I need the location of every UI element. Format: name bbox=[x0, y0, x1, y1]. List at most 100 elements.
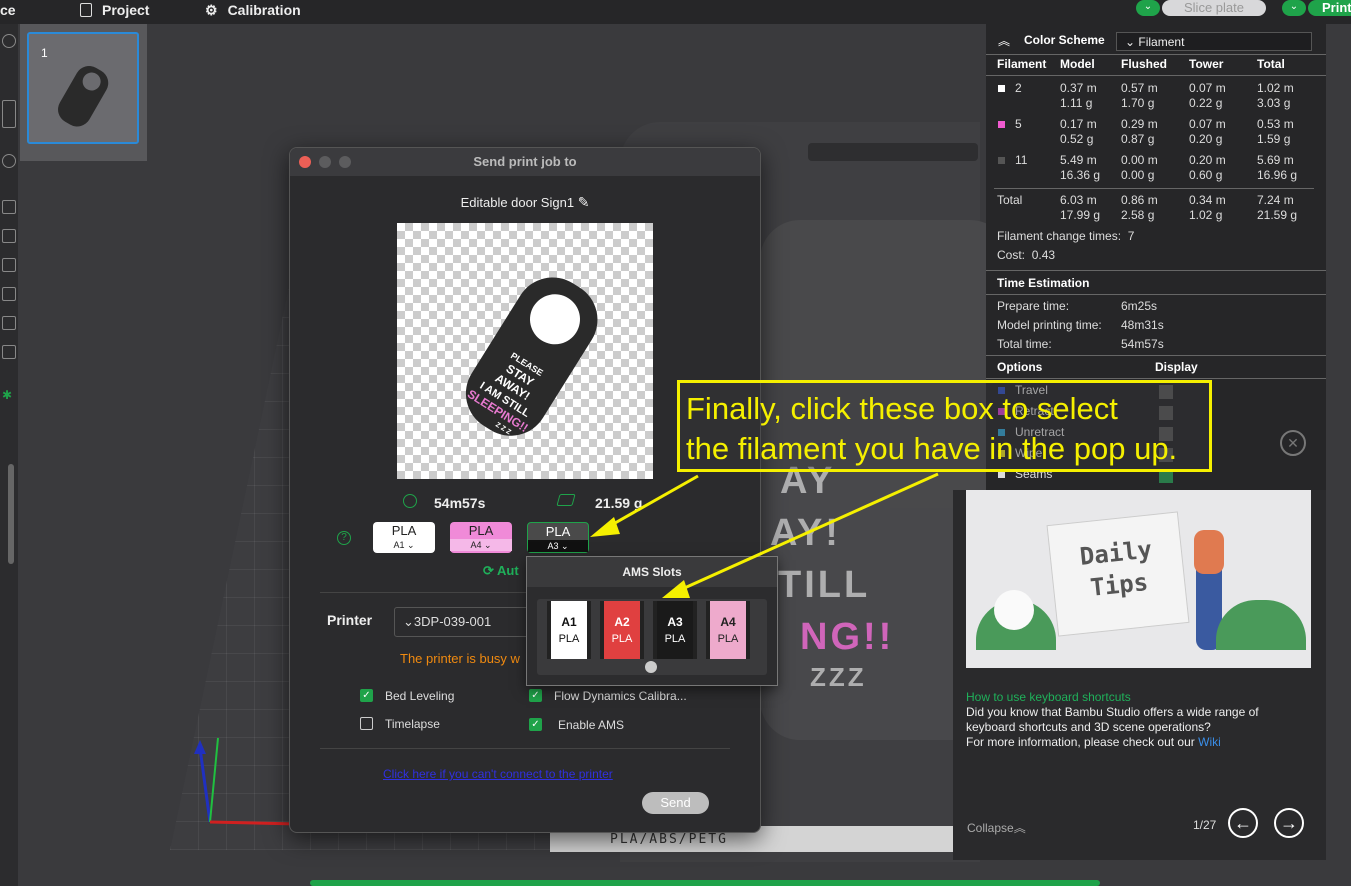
total-time-label: Total time: bbox=[997, 337, 1052, 351]
filament-weight: 21.59 g bbox=[595, 495, 643, 511]
collapse-icon[interactable]: ︽ bbox=[998, 32, 1010, 49]
pencil-icon[interactable]: ✎ bbox=[578, 194, 590, 210]
ams-slot-id: A4 bbox=[720, 615, 736, 629]
tree-icon[interactable]: ✱ bbox=[2, 388, 14, 402]
auto-refill[interactable]: ⟳ Aut bbox=[483, 563, 519, 579]
tips-card-line-1: Daily bbox=[1078, 535, 1154, 571]
model-printing-time: 48m31s bbox=[1121, 318, 1164, 332]
divider bbox=[986, 355, 1326, 356]
print-dropdown-button[interactable]: ⌄ bbox=[1282, 0, 1306, 16]
ams-slot-a1[interactable]: A1 PLA bbox=[547, 601, 591, 659]
plate-thumbnail[interactable]: 1 bbox=[27, 32, 139, 144]
flow-dynamics-label: Flow Dynamics Calibra... bbox=[554, 689, 687, 703]
edit-icon[interactable] bbox=[2, 200, 16, 214]
model-text-2: AY! bbox=[770, 512, 841, 554]
connect-help-link[interactable]: Click here if you can't connect to the p… bbox=[383, 767, 613, 781]
close-icon: ✕ bbox=[1287, 435, 1299, 451]
calibration-icon: ⚙ bbox=[205, 1, 218, 18]
edit-icon[interactable] bbox=[2, 345, 16, 359]
close-tips-button[interactable]: ✕ bbox=[1280, 430, 1306, 456]
edit-icon[interactable] bbox=[2, 287, 16, 301]
callout-line-2: the filament you have in the pop up. bbox=[686, 431, 1178, 466]
option-swatch bbox=[998, 471, 1005, 478]
progress-bar bbox=[310, 880, 1100, 886]
slice-dropdown-button[interactable]: ⌄ bbox=[1136, 0, 1160, 16]
chevron-down-icon: ⌄ bbox=[560, 541, 569, 551]
edit-icon[interactable] bbox=[2, 258, 16, 272]
refresh-icon: ⟳ bbox=[483, 563, 494, 578]
timelapse-label: Timelapse bbox=[385, 717, 440, 731]
gear-icon[interactable] bbox=[2, 34, 16, 48]
prepare-time: 6m25s bbox=[1121, 299, 1158, 313]
chevron-down-icon: ⌄ bbox=[403, 614, 414, 629]
header-tower: Tower bbox=[1189, 57, 1224, 71]
divider bbox=[986, 270, 1326, 271]
next-tip-button[interactable]: → bbox=[1274, 808, 1304, 838]
printer-busy-warning: The printer is busy w bbox=[400, 651, 520, 666]
slice-plate-button[interactable]: Slice plate bbox=[1162, 0, 1266, 16]
filament-flushed: 0.00 m 0.00 g bbox=[1121, 153, 1158, 182]
dog-icon bbox=[994, 590, 1034, 630]
chevron-down-icon: ⌄ bbox=[406, 540, 415, 550]
ams-unit-icon bbox=[645, 661, 657, 673]
print-button[interactable]: Print bbox=[1308, 0, 1351, 16]
prev-tip-button[interactable]: ← bbox=[1228, 808, 1258, 838]
tab-fragment[interactable]: ce bbox=[0, 0, 16, 20]
color-scheme-select[interactable]: ⌄ Filament bbox=[1116, 32, 1312, 51]
print-preview-image: PLEASE STAY AWAY! I AM STILL SLEEPING!! … bbox=[397, 223, 653, 479]
plant-icon bbox=[1216, 600, 1306, 650]
filament-id: 2 bbox=[1015, 81, 1022, 95]
time-estimation-label: Time Estimation bbox=[997, 276, 1090, 290]
ams-slot-a4[interactable]: A4 PLA bbox=[706, 601, 750, 659]
check-icon: ✓ bbox=[531, 690, 540, 701]
ams-slot-a3[interactable]: A3 PLA bbox=[653, 601, 697, 659]
total-model: 6.03 m 17.99 g bbox=[1060, 193, 1101, 222]
tips-link[interactable]: How to use keyboard shortcuts bbox=[966, 690, 1131, 704]
door-sign-thumbnail-icon bbox=[58, 66, 109, 127]
display-label: Display bbox=[1155, 360, 1198, 374]
timelapse-checkbox[interactable] bbox=[360, 717, 373, 730]
panel-icon[interactable] bbox=[2, 100, 16, 128]
tab-calibration[interactable]: ⚙ Calibration bbox=[205, 0, 301, 20]
bed-leveling-checkbox[interactable]: ✓ bbox=[360, 689, 373, 702]
daily-tips-image: Daily Tips bbox=[966, 490, 1311, 668]
printer-select[interactable]: ⌄3DP-039-001 bbox=[394, 607, 534, 637]
divider bbox=[320, 748, 730, 749]
filament-total: 1.02 m 3.03 g bbox=[1257, 81, 1294, 110]
filament-type: PLA bbox=[468, 523, 494, 538]
header-filament: Filament bbox=[997, 57, 1047, 71]
arrow-left-icon: ← bbox=[1234, 813, 1252, 833]
ams-slot-type: PLA bbox=[717, 633, 739, 645]
bed-leveling-label: Bed Leveling bbox=[385, 689, 455, 703]
collapse-button[interactable]: Collapse︽ bbox=[967, 819, 1026, 836]
tab-project[interactable]: Project bbox=[80, 0, 149, 20]
filament-weight-icon bbox=[556, 494, 576, 506]
filament-mapping-3[interactable]: PLA A3 ⌄ bbox=[527, 522, 589, 553]
print-time: 54m57s bbox=[434, 495, 486, 511]
filament-slot: A1 ⌄ bbox=[393, 540, 415, 550]
filament-mapping-1[interactable]: PLA A1 ⌄ bbox=[373, 522, 435, 553]
wiki-link[interactable]: Wiki bbox=[1198, 735, 1221, 749]
ams-slot-type: PLA bbox=[558, 633, 580, 645]
minimize-window-button[interactable] bbox=[319, 156, 331, 168]
close-window-button[interactable] bbox=[299, 156, 311, 168]
header-flushed: Flushed bbox=[1121, 57, 1168, 71]
ams-slot-a2[interactable]: A2 PLA bbox=[600, 601, 644, 659]
scrollbar[interactable] bbox=[8, 464, 14, 564]
total-flushed: 0.86 m 2.58 g bbox=[1121, 193, 1158, 222]
help-icon[interactable]: ? bbox=[337, 531, 351, 545]
settings-icon[interactable] bbox=[2, 154, 16, 168]
filament-mapping-2[interactable]: PLA A4 ⌄ bbox=[450, 522, 512, 553]
filament-slot: A3 ⌄ bbox=[528, 540, 588, 552]
filament-id: 11 bbox=[1015, 153, 1028, 167]
maximize-window-button[interactable] bbox=[339, 156, 351, 168]
axis-gizmo-icon bbox=[194, 737, 299, 826]
edit-icon[interactable] bbox=[2, 229, 16, 243]
send-button[interactable]: Send bbox=[642, 792, 709, 814]
color-scheme-value: Filament bbox=[1138, 35, 1185, 49]
model-text-5: ZZZ bbox=[810, 662, 867, 692]
edit-icon[interactable] bbox=[2, 316, 16, 330]
total-time: 54m57s bbox=[1121, 337, 1164, 351]
flow-dynamics-checkbox[interactable]: ✓ bbox=[529, 689, 542, 702]
enable-ams-checkbox[interactable]: ✓ bbox=[529, 718, 542, 731]
